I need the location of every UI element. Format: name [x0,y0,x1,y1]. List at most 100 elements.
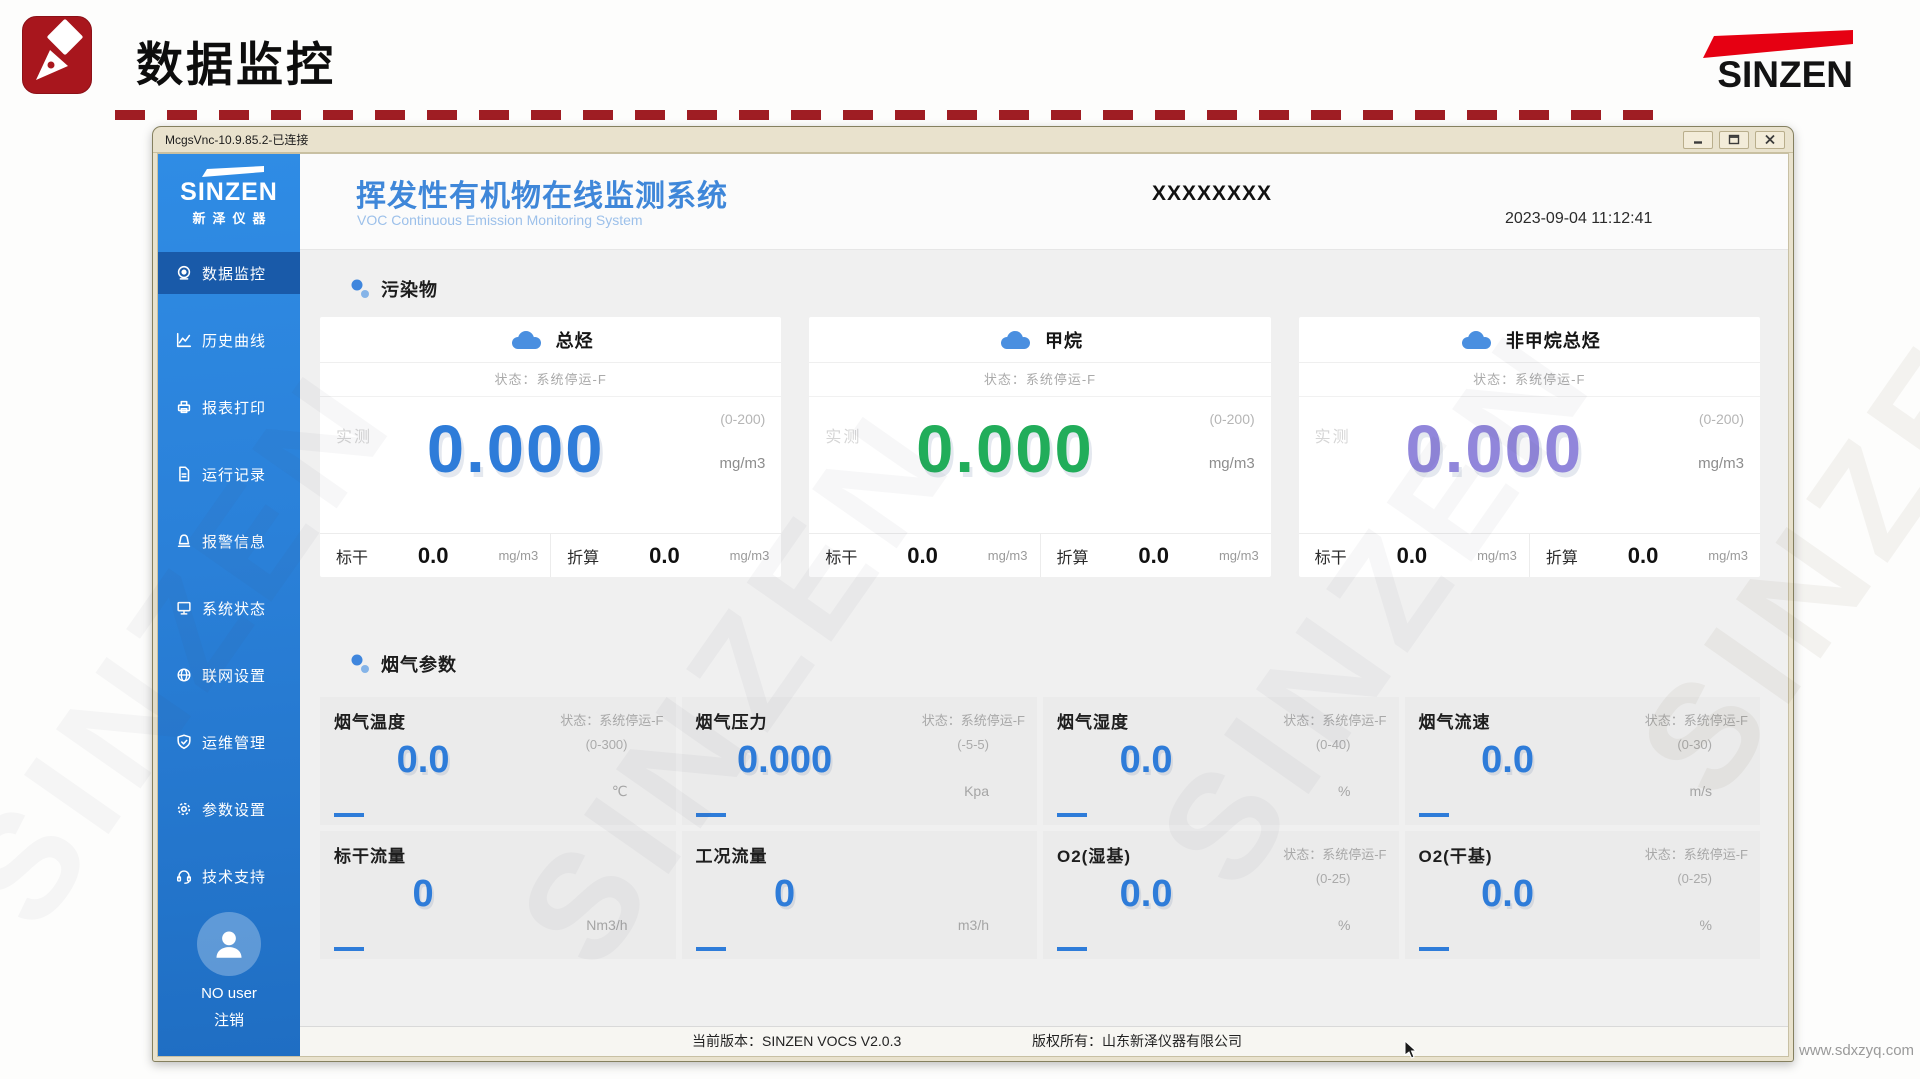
flue-unit: % [1338,917,1350,933]
sidebar-item-history-curve[interactable]: 历史曲线 [158,319,300,361]
std-dry-unit: mg/m3 [1477,548,1517,563]
website-url: www.sdxzyq.com [1799,1042,1914,1059]
flue-label: 工况流量 [696,842,768,867]
minimize-icon [1692,135,1704,145]
accent-dash [1057,813,1087,817]
flue-value: 0 [682,873,888,916]
converted-unit: mg/m3 [730,548,770,563]
flue-range: (0-25) [1316,871,1351,886]
flue-label: 烟气流速 [1419,708,1491,733]
sidebar-brand: SINZEN [158,179,300,205]
flue-section-header: 烟气参数 [350,651,457,677]
std-dry-unit: mg/m3 [498,548,538,563]
flue-cell-actual-flow: 工况流量 0 m3/h [682,831,1038,959]
version-text: 当前版本：SINZEN VOCS V2.0.3 [692,1027,901,1056]
flue-range: (0-25) [1677,871,1712,886]
network-icon [175,666,193,684]
ops-icon [175,733,193,751]
brand-word: SINZEN [1683,56,1853,93]
station-name: XXXXXXXX [1152,182,1272,206]
maximize-icon [1728,134,1740,145]
system-subtitle: VOC Continuous Emission Monitoring Syste… [357,212,643,228]
flue-unit: ℃ [612,783,628,800]
unit-label: mg/m3 [1698,455,1744,472]
flue-unit: m/s [1689,783,1712,799]
sidebar-item-parameter-settings[interactable]: 参数设置 [158,788,300,830]
maximize-button[interactable] [1719,131,1749,149]
flue-label: 烟气温度 [334,708,406,733]
accent-dash [1057,947,1087,951]
unit-label: mg/m3 [1209,455,1255,472]
std-dry-label: 标干 [1315,544,1347,568]
close-button[interactable] [1755,131,1785,149]
sidebar-item-ops-management[interactable]: 运维管理 [158,721,300,763]
flue-status: 状态：系统停运-F [1645,710,1748,729]
sidebar-item-system-status[interactable]: 系统状态 [158,587,300,629]
flue-value: 0.0 [320,739,526,782]
user-icon [209,924,249,964]
converted-value: 0.0 [605,543,723,569]
measured-value: 0.000 [849,411,1160,488]
sidebar-flag-icon [194,166,264,177]
flue-status: 状态：系统停运-F [1645,844,1748,863]
sidebar-item-tech-support[interactable]: 技术支持 [158,855,300,897]
sidebar: SINZEN 新泽仪器 数据监控 历史曲线 报表打印 运行记 [158,154,300,1056]
flue-cell-std-flow: 标干流量 0 Nm3/h [320,831,676,959]
sidebar-logo: SINZEN 新泽仪器 [158,154,300,227]
cloud-icon [508,328,544,352]
std-dry-value: 0.0 [863,543,981,569]
std-dry-value: 0.0 [1353,543,1471,569]
sidebar-item-data-monitor[interactable]: 数据监控 [158,252,300,294]
sidebar-item-run-record[interactable]: 运行记录 [158,453,300,495]
flue-grid: 烟气温度 状态：系统停运-F (0-300) 0.0 ℃ 烟气压力 状态：系统停… [320,697,1760,959]
flue-value: 0.0 [1405,739,1611,782]
alarm-icon [175,532,193,550]
std-dry-unit: mg/m3 [988,548,1028,563]
sidebar-item-label: 联网设置 [202,665,266,686]
flue-cell-velocity: 烟气流速 状态：系统停运-F (0-30) 0.0 m/s [1405,697,1761,825]
sidebar-item-label: 运行记录 [202,464,266,485]
cloud-icon [997,328,1033,352]
window-titlebar[interactable]: McgsVnc-10.9.85.2-已连接 [153,127,1793,153]
system-icon [175,599,193,617]
curve-icon [175,331,193,349]
range-label: (0-200) [1699,411,1744,427]
flue-range: (0-40) [1316,737,1351,752]
measured-value: 0.000 [1339,411,1650,488]
flue-value: 0.0 [1405,873,1611,916]
minimize-button[interactable] [1683,131,1713,149]
pollutant-card-nmhc: 非甲烷总烃 状态：系统停运-F 实测 0.000 (0-200) mg/m3 标… [1299,317,1760,577]
flue-cell-pressure: 烟气压力 状态：系统停运-F (-5-5) 0.000 Kpa [682,697,1038,825]
flue-unit: Kpa [964,783,989,799]
flue-status: 状态：系统停运-F [560,710,663,729]
accent-dash [1419,813,1449,817]
sidebar-user-block: NO user 注销 [158,912,300,1030]
pollutants-section-header: 污染物 [350,276,438,302]
sidebar-brand-sub: 新泽仪器 [158,208,300,227]
flue-unit: % [1338,783,1350,799]
sidebar-item-network-settings[interactable]: 联网设置 [158,654,300,696]
converted-unit: mg/m3 [1708,548,1748,563]
converted-unit: mg/m3 [1219,548,1259,563]
divider-dashed-line [115,110,1670,120]
avatar [197,912,261,976]
flue-label: O2(湿基) [1057,842,1131,867]
pollutant-name: 总烃 [556,327,594,353]
monitor-icon [175,264,193,282]
sidebar-item-alarm-info[interactable]: 报警信息 [158,520,300,562]
sidebar-item-report-print[interactable]: 报表打印 [158,386,300,428]
status-text: 状态：系统停运-F [809,363,1270,397]
main-content: 挥发性有机物在线监测系统 VOC Continuous Emission Mon… [300,154,1788,1056]
mouse-cursor [1404,1040,1418,1060]
section-dots-icon [350,278,372,300]
flue-status: 状态：系统停运-F [1283,710,1386,729]
pollutant-card-ch4: 甲烷 状态：系统停运-F 实测 0.000 (0-200) mg/m3 标干 0… [809,317,1270,577]
flue-cell-o2-dry: O2(干基) 状态：系统停运-F (0-25) 0.0 % [1405,831,1761,959]
range-label: (0-200) [720,411,765,427]
accent-dash [696,813,726,817]
status-text: 状态：系统停运-F [1299,363,1760,397]
logout-button[interactable]: 注销 [158,1009,300,1030]
sidebar-item-label: 系统状态 [202,598,266,619]
app-footer: 当前版本：SINZEN VOCS V2.0.3 版权所有：山东新泽仪器有限公司 [300,1026,1788,1056]
pollutant-card-thc: 总烃 状态：系统停运-F 实测 0.000 (0-200) mg/m3 标干 0… [320,317,781,577]
